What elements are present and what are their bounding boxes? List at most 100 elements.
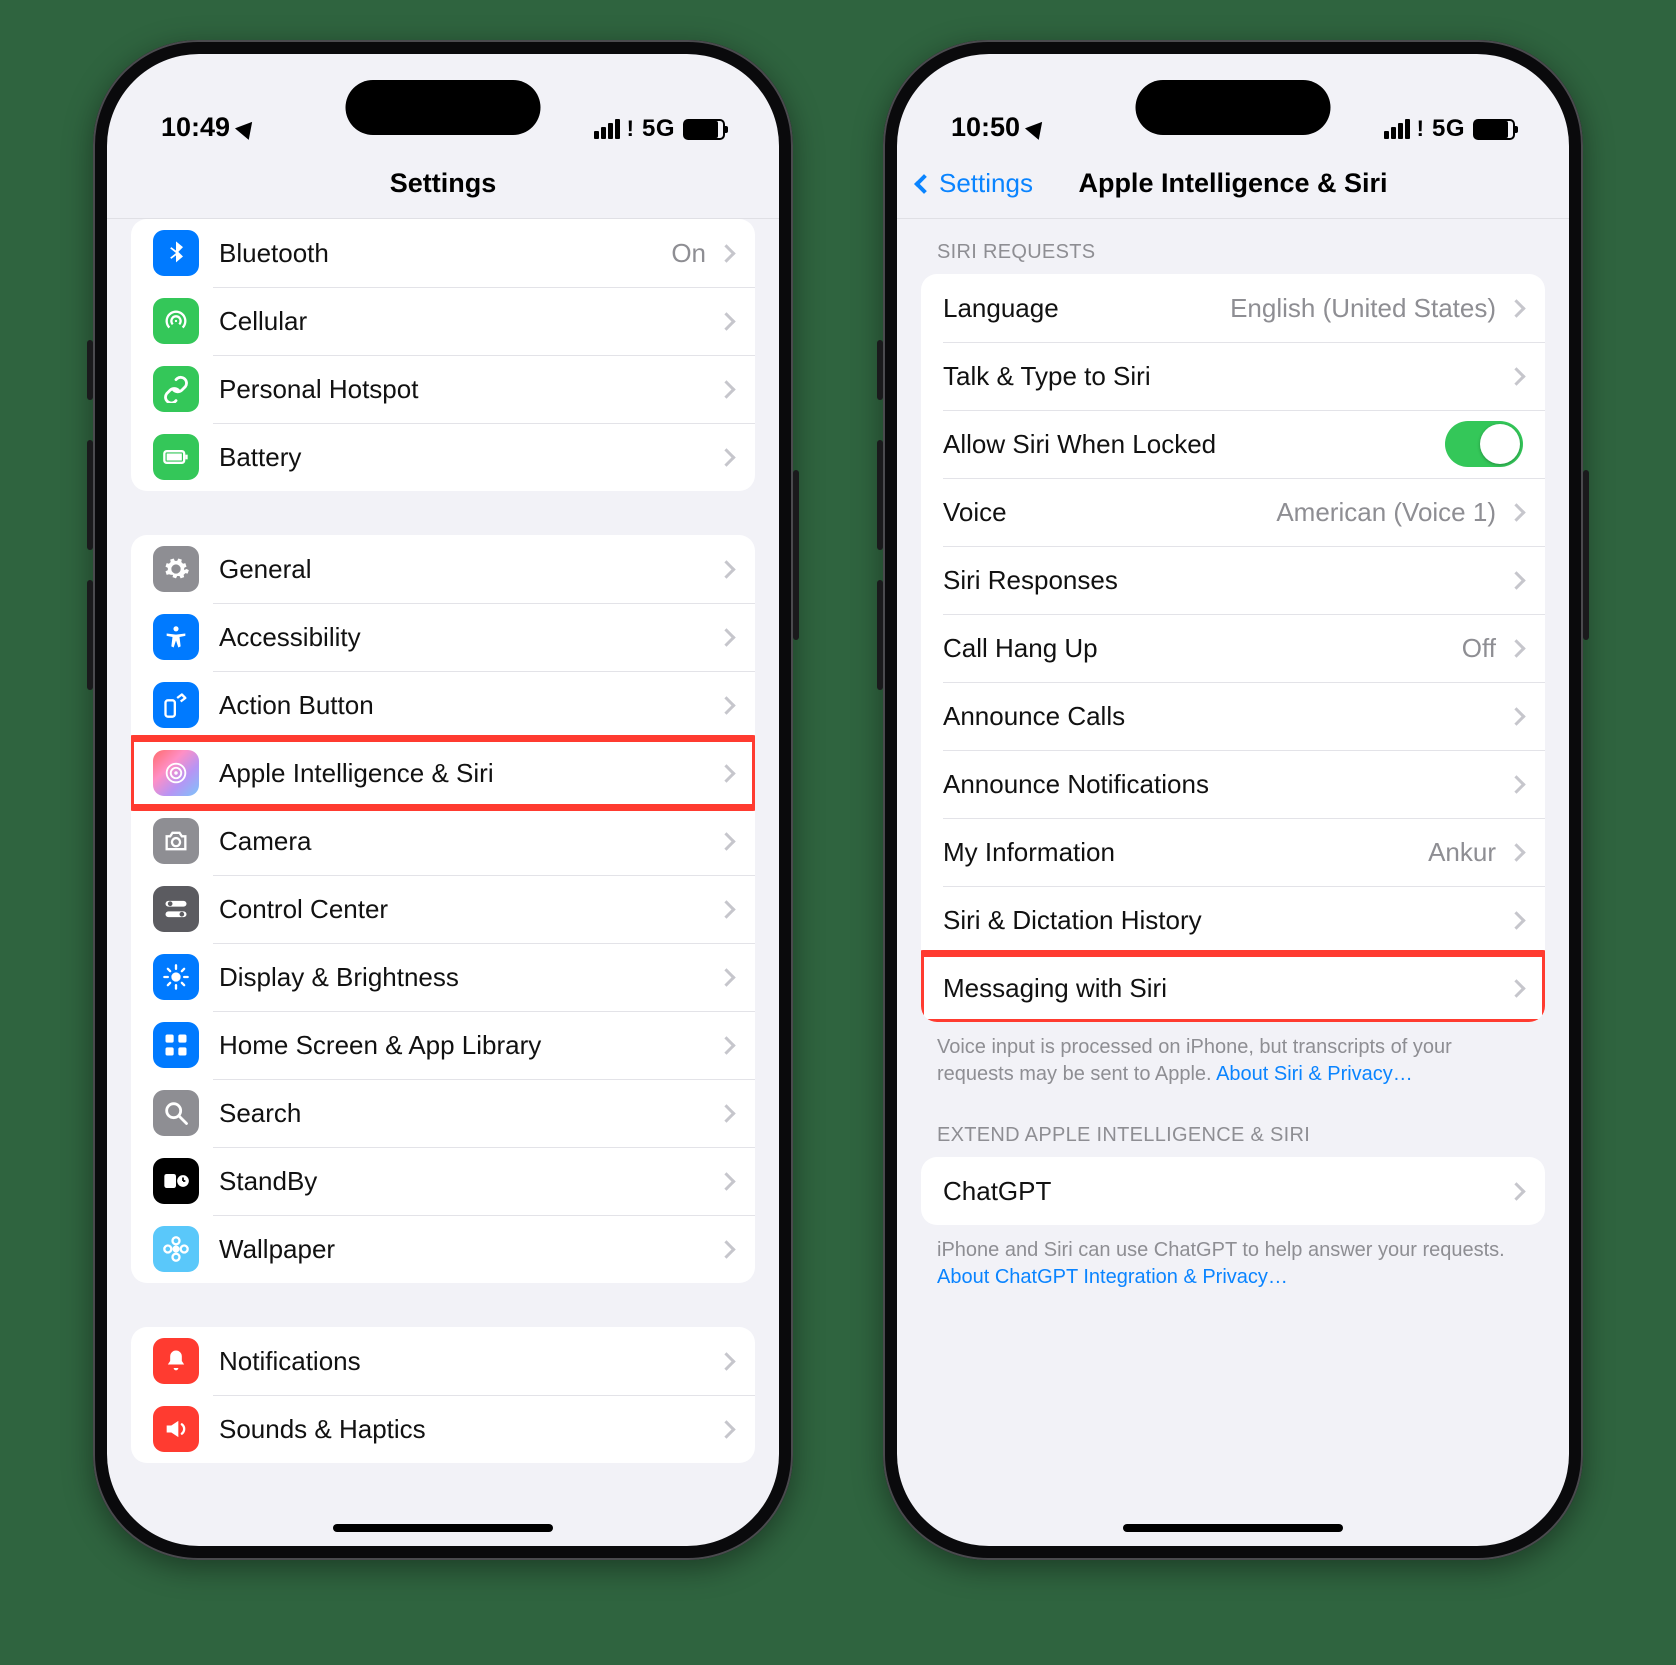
chevron-right-icon bbox=[717, 764, 735, 782]
row-call-hang-up[interactable]: Call Hang UpOff bbox=[921, 614, 1545, 682]
chevron-right-icon bbox=[717, 832, 735, 850]
chevron-right-icon bbox=[1507, 843, 1525, 861]
signal-alert-icon: ! bbox=[627, 116, 634, 142]
settings-row-search[interactable]: Search bbox=[131, 1079, 755, 1147]
chevron-right-icon bbox=[1507, 367, 1525, 385]
row-label: Voice bbox=[943, 497, 1007, 528]
row-label: Talk & Type to Siri bbox=[943, 361, 1151, 392]
row-allow-siri-when-locked[interactable]: Allow Siri When Locked bbox=[921, 410, 1545, 478]
settings-row-bluetooth[interactable]: BluetoothOn bbox=[131, 219, 755, 287]
bluetooth-icon bbox=[153, 230, 199, 276]
gear-icon bbox=[153, 546, 199, 592]
row-label: Camera bbox=[219, 826, 311, 857]
grid-icon bbox=[153, 1022, 199, 1068]
chevron-right-icon bbox=[717, 560, 735, 578]
home-indicator[interactable] bbox=[1123, 1524, 1343, 1532]
row-label: Control Center bbox=[219, 894, 388, 925]
iphone-right: 10:50 ! 5G Settings Apple Intelligence &… bbox=[883, 40, 1583, 1560]
row-label: General bbox=[219, 554, 312, 585]
row-label: Wallpaper bbox=[219, 1234, 335, 1265]
settings-group-notifications: Notifications Sounds & Haptics bbox=[131, 1327, 755, 1463]
settings-row-apple-intelligence-siri[interactable]: Apple Intelligence & Siri bbox=[131, 739, 755, 807]
chevron-right-icon bbox=[717, 244, 735, 262]
settings-row-cellular[interactable]: Cellular bbox=[131, 287, 755, 355]
row-siri-responses[interactable]: Siri Responses bbox=[921, 546, 1545, 614]
row-label: Search bbox=[219, 1098, 301, 1129]
settings-row-sounds-haptics[interactable]: Sounds & Haptics bbox=[131, 1395, 755, 1463]
settings-row-notifications[interactable]: Notifications bbox=[131, 1327, 755, 1395]
chevron-right-icon bbox=[1507, 1182, 1525, 1200]
toggle-switch[interactable] bbox=[1445, 421, 1523, 467]
section-header-siri-requests: SIRI REQUESTS bbox=[897, 219, 1569, 274]
row-messaging-with-siri[interactable]: Messaging with Siri bbox=[921, 954, 1545, 1022]
chevron-right-icon bbox=[1507, 299, 1525, 317]
settings-row-home-screen-app-library[interactable]: Home Screen & App Library bbox=[131, 1011, 755, 1079]
back-label: Settings bbox=[939, 168, 1033, 199]
row-announce-calls[interactable]: Announce Calls bbox=[921, 682, 1545, 750]
signal-icon bbox=[1384, 119, 1410, 139]
row-label: Language bbox=[943, 293, 1059, 324]
chevron-right-icon bbox=[717, 1172, 735, 1190]
row-talk-type-to-siri[interactable]: Talk & Type to Siri bbox=[921, 342, 1545, 410]
chevron-right-icon bbox=[717, 1036, 735, 1054]
row-label: Sounds & Haptics bbox=[219, 1414, 426, 1445]
network-label: 5G bbox=[1432, 115, 1465, 143]
access-icon bbox=[153, 614, 199, 660]
settings-scroll[interactable]: BluetoothOnCellularPersonal Hotspot Batte… bbox=[107, 219, 779, 1546]
chevron-right-icon bbox=[717, 380, 735, 398]
siri-privacy-footer: Voice input is processed on iPhone, but … bbox=[897, 1022, 1569, 1088]
settings-group-general: General Accessibility Action ButtonApple I… bbox=[131, 535, 755, 1283]
settings-row-display-brightness[interactable]: Display & Brightness bbox=[131, 943, 755, 1011]
about-siri-privacy-link[interactable]: About Siri & Privacy… bbox=[1216, 1063, 1413, 1085]
link-icon bbox=[153, 366, 199, 412]
row-chatgpt[interactable]: ChatGPT bbox=[921, 1157, 1545, 1225]
row-label: Battery bbox=[219, 442, 301, 473]
row-announce-notifications[interactable]: Announce Notifications bbox=[921, 750, 1545, 818]
chevron-right-icon bbox=[717, 312, 735, 330]
status-time: 10:50 bbox=[951, 112, 1020, 143]
chevron-right-icon bbox=[1507, 979, 1525, 997]
row-label: Announce Notifications bbox=[943, 769, 1209, 800]
settings-row-control-center[interactable]: Control Center bbox=[131, 875, 755, 943]
switches-icon bbox=[153, 886, 199, 932]
network-label: 5G bbox=[642, 115, 675, 143]
location-icon bbox=[1025, 116, 1049, 140]
settings-row-battery[interactable]: Battery bbox=[131, 423, 755, 491]
settings-row-personal-hotspot[interactable]: Personal Hotspot bbox=[131, 355, 755, 423]
settings-group-connectivity: BluetoothOnCellularPersonal Hotspot Batte… bbox=[131, 219, 755, 491]
battery-icon bbox=[153, 434, 199, 480]
antenna-icon bbox=[153, 298, 199, 344]
search-icon bbox=[153, 1090, 199, 1136]
settings-row-general[interactable]: General bbox=[131, 535, 755, 603]
about-chatgpt-privacy-link[interactable]: About ChatGPT Integration & Privacy… bbox=[937, 1266, 1288, 1288]
chevron-right-icon bbox=[717, 628, 735, 646]
flower-icon bbox=[153, 1226, 199, 1272]
nav-title: Apple Intelligence & Siri bbox=[1078, 168, 1387, 199]
settings-row-camera[interactable]: Camera bbox=[131, 807, 755, 875]
chevron-right-icon bbox=[717, 696, 735, 714]
back-button[interactable]: Settings bbox=[917, 168, 1033, 199]
home-indicator[interactable] bbox=[333, 1524, 553, 1532]
extend-group: ChatGPT bbox=[921, 1157, 1545, 1225]
row-label: Home Screen & App Library bbox=[219, 1030, 541, 1061]
row-label: Accessibility bbox=[219, 622, 361, 653]
section-header-extend: EXTEND APPLE INTELLIGENCE & SIRI bbox=[897, 1088, 1569, 1157]
settings-row-standby[interactable]: StandBy bbox=[131, 1147, 755, 1215]
row-my-information[interactable]: My InformationAnkur bbox=[921, 818, 1545, 886]
settings-row-wallpaper[interactable]: Wallpaper bbox=[131, 1215, 755, 1283]
row-voice[interactable]: VoiceAmerican (Voice 1) bbox=[921, 478, 1545, 546]
siri-settings-scroll[interactable]: SIRI REQUESTS LanguageEnglish (United St… bbox=[897, 219, 1569, 1546]
row-label: ChatGPT bbox=[943, 1176, 1051, 1207]
chevron-right-icon bbox=[1507, 503, 1525, 521]
chevron-right-icon bbox=[1507, 707, 1525, 725]
row-siri-dictation-history[interactable]: Siri & Dictation History bbox=[921, 886, 1545, 954]
row-label: Announce Calls bbox=[943, 701, 1125, 732]
settings-row-action-button[interactable]: Action Button bbox=[131, 671, 755, 739]
nav-bar: Settings Apple Intelligence & Siri bbox=[897, 149, 1569, 219]
chevron-right-icon bbox=[1507, 911, 1525, 929]
chevron-right-icon bbox=[1507, 639, 1525, 657]
chevron-right-icon bbox=[717, 968, 735, 986]
row-language[interactable]: LanguageEnglish (United States) bbox=[921, 274, 1545, 342]
settings-row-accessibility[interactable]: Accessibility bbox=[131, 603, 755, 671]
row-label: My Information bbox=[943, 837, 1115, 868]
